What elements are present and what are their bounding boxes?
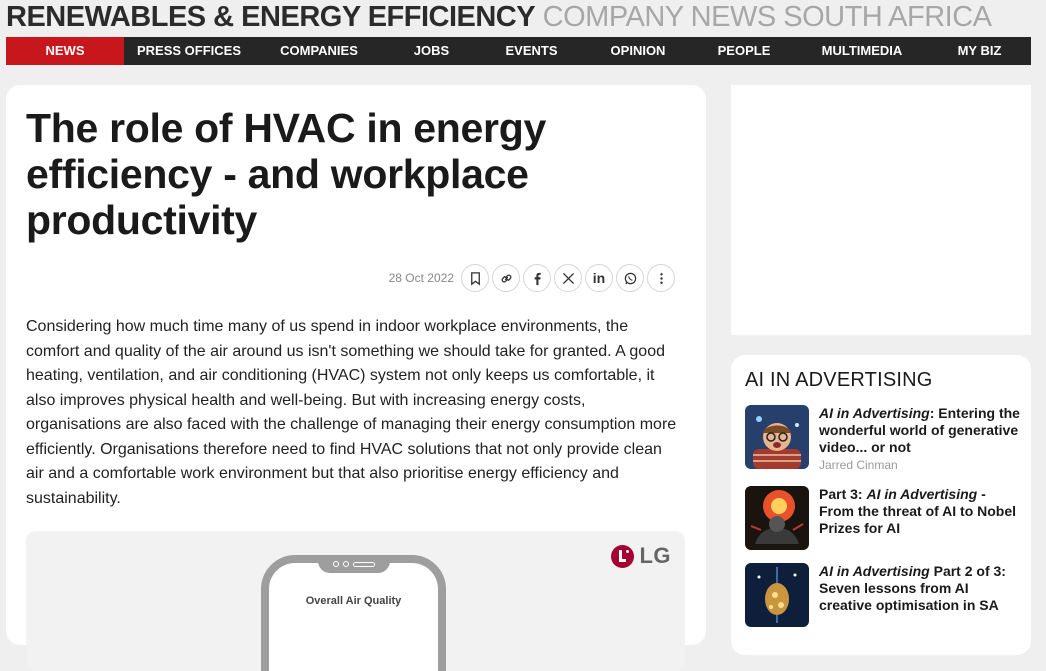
- nav-press-offices[interactable]: PRESS OFFICES: [124, 37, 254, 65]
- story-headline[interactable]: AI in Advertising: Entering the wonderfu…: [819, 405, 1023, 473]
- share-toolbar: in: [461, 264, 675, 292]
- linkedin-icon[interactable]: in: [585, 264, 613, 292]
- phone-screen-title: Overall Air Quality: [305, 595, 402, 607]
- lg-logo: LG: [611, 543, 671, 569]
- phone-notch: [317, 555, 390, 573]
- nav-multimedia[interactable]: MULTIMEDIA: [796, 37, 928, 65]
- sidebar-ai-advertising: AI IN ADVERTISING AI in Advertising: Ent…: [731, 355, 1031, 655]
- lg-logo-mark: [611, 544, 635, 568]
- article-body: Considering how much time many of us spe…: [26, 318, 677, 507]
- story-thumbnail[interactable]: [745, 405, 809, 469]
- nav-news[interactable]: NEWS: [6, 37, 124, 65]
- article-date: 28 Oct 2022: [388, 271, 454, 285]
- story-thumbnail[interactable]: [745, 486, 809, 550]
- site-header[interactable]: RENEWABLES & ENERGY EFFICIENCY COMPANY N…: [6, 0, 992, 36]
- nav-my-biz[interactable]: MY BIZ: [928, 37, 1031, 65]
- bookmark-icon[interactable]: [461, 264, 489, 292]
- lg-logo-text: LG: [639, 543, 671, 568]
- x-icon[interactable]: [554, 264, 582, 292]
- nav-jobs[interactable]: JOBS: [384, 37, 479, 65]
- section-title[interactable]: RENEWABLES & ENERGY EFFICIENCY: [6, 1, 536, 33]
- more-icon[interactable]: [647, 264, 675, 292]
- nav-companies[interactable]: COMPANIES: [254, 37, 384, 65]
- link-icon[interactable]: [492, 264, 520, 292]
- nav-people[interactable]: PEOPLE: [692, 37, 796, 65]
- nav-opinion[interactable]: OPINION: [584, 37, 692, 65]
- main-nav: NEWS PRESS OFFICES COMPANIES JOBS EVENTS…: [6, 37, 1031, 65]
- article-card: The role of HVAC in energy efficiency - …: [6, 85, 706, 671]
- sidebar-title[interactable]: AI IN ADVERTISING: [745, 369, 933, 392]
- ad-slot: [731, 85, 1031, 335]
- region-title[interactable]: COMPANY NEWS SOUTH AFRICA: [543, 1, 992, 33]
- story-author[interactable]: Jarred Cinman: [819, 458, 1023, 473]
- facebook-icon[interactable]: [523, 264, 551, 292]
- whatsapp-icon[interactable]: [616, 264, 644, 292]
- nav-events[interactable]: EVENTS: [479, 37, 584, 65]
- article-image: LG Overall Air Quality: [26, 531, 685, 671]
- story-headline[interactable]: AI in Advertising Part 2 of 3: Seven les…: [819, 563, 1023, 614]
- phone-illustration: Overall Air Quality: [261, 555, 446, 671]
- article-title: The role of HVAC in energy efficiency - …: [26, 105, 546, 243]
- story-thumbnail[interactable]: [745, 563, 809, 627]
- story-headline[interactable]: Part 3: AI in Advertising - From the thr…: [819, 486, 1023, 537]
